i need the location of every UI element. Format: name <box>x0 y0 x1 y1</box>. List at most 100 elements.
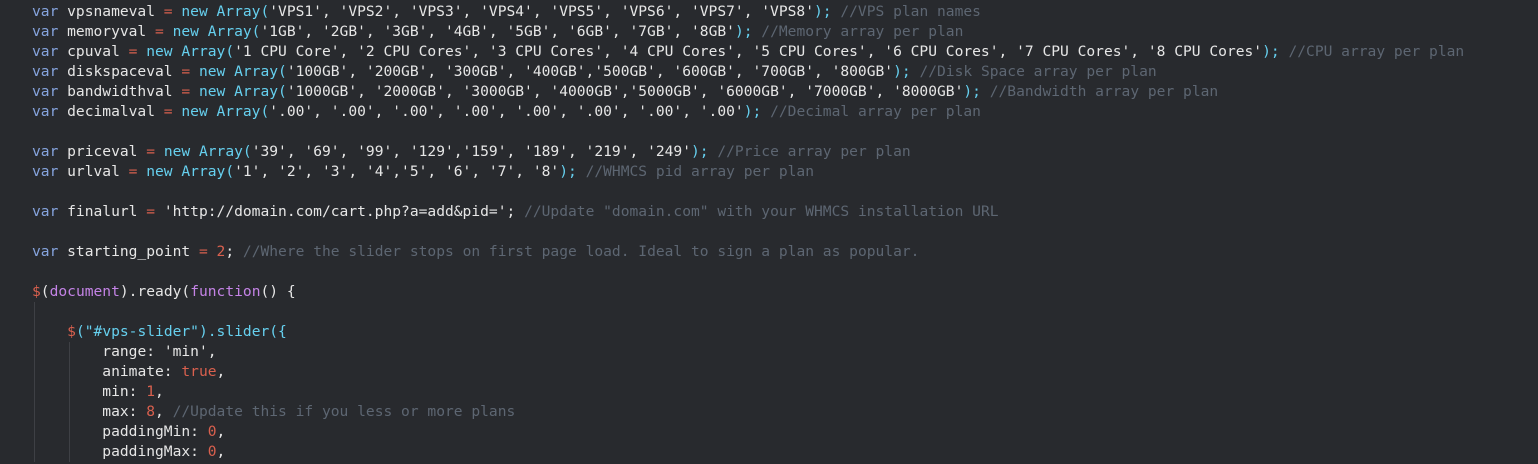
code-line[interactable]: var starting_point = 2; //Where the slid… <box>32 242 1464 262</box>
code-token-builtin: new Array( <box>155 143 252 160</box>
code-line[interactable]: $("#vps-slider").slider({ <box>32 322 1464 342</box>
code-token-number: 2 <box>207 243 226 260</box>
code-token-operator: = <box>181 83 191 100</box>
code-token-text: cpuval <box>58 43 129 60</box>
indentation <box>32 423 102 440</box>
code-line[interactable]: paddingMin: 0, <box>32 422 1464 442</box>
code-line[interactable]: var priceval = new Array('39', '69', '99… <box>32 142 1464 162</box>
code-line[interactable]: var vpsnameval = new Array('VPS1', 'VPS2… <box>32 2 1464 22</box>
code-token-comment: //CPU array per plan <box>1279 43 1465 60</box>
indentation <box>32 403 102 420</box>
code-line[interactable]: range: 'min', <box>32 342 1464 362</box>
code-line[interactable]: var bandwidthval = new Array('1000GB', '… <box>32 82 1464 102</box>
code-token-text: starting_point <box>58 243 199 260</box>
code-editor[interactable]: var vpsnameval = new Array( 'VPS1', 'VPS2… <box>0 0 1538 464</box>
code-token-string: '.00', '.00', '.00', '.00', '.00', '.00'… <box>269 103 744 120</box>
code-token-keyword: var <box>32 63 59 80</box>
code-token-text: , <box>155 383 164 400</box>
code-token-string: 'VPS1', 'VPS2', 'VPS3', 'VPS4', 'VPS5', … <box>269 3 814 20</box>
code-token-text: vpsnameval <box>58 3 164 20</box>
code-line[interactable]: var diskspaceval = new Array('100GB', '2… <box>32 62 1464 82</box>
code-token-text: , <box>216 443 226 460</box>
code-token-builtin: ( <box>75 323 85 340</box>
code-token-operator: = <box>146 203 156 220</box>
code-token-text: , <box>216 423 226 440</box>
code-line[interactable] <box>32 222 1464 242</box>
code-token-text: paddingMin: <box>102 423 208 440</box>
code-token-builtin: ); <box>814 3 832 20</box>
code-token-keyword: var <box>32 143 59 160</box>
code-token-text: ).ready( <box>119 283 191 300</box>
code-token-keyword: var <box>32 163 59 180</box>
code-token-number: true <box>181 363 217 380</box>
code-line[interactable]: var urlval = new Array('1', '2', '3', '4… <box>32 162 1464 182</box>
code-line[interactable]: $(document).ready(function() { <box>32 282 1464 302</box>
code-line[interactable]: var memoryval = new Array('1GB', '2GB', … <box>32 22 1464 42</box>
indent-guide <box>69 382 71 402</box>
code-token-string: '39', '69', '99', '129','159', '189', '2… <box>251 143 691 160</box>
code-token-builtin: new Array( <box>137 43 235 60</box>
code-token-jquery: $ <box>32 283 41 300</box>
code-token-text: , <box>155 403 164 420</box>
indent-guide <box>34 442 35 462</box>
code-token-builtin: ); <box>743 103 762 120</box>
code-token-text: () { <box>260 283 296 300</box>
code-token-string: '1000GB', '2000GB', '3000GB', '4000GB','… <box>286 83 964 100</box>
code-token-text: bandwidthval <box>58 83 182 100</box>
code-line[interactable]: paddingMax: 0, <box>32 442 1464 462</box>
indent-guide <box>69 402 71 422</box>
code-line[interactable]: animate: true, <box>32 362 1464 382</box>
code-line[interactable]: max: 8, //Update this if you less or mor… <box>32 402 1464 422</box>
code-token-text: ( <box>40 283 50 300</box>
code-line[interactable] <box>32 182 1464 202</box>
code-token-number: 1 <box>146 383 156 400</box>
indent-guide <box>69 362 71 382</box>
code-token-keyword: var <box>32 203 59 220</box>
code-line[interactable] <box>32 302 1464 322</box>
code-token-text: memoryval <box>58 23 156 40</box>
code-token-keyword: var <box>32 103 59 120</box>
code-token-keyword: var <box>32 23 59 40</box>
code-line[interactable] <box>32 262 1464 282</box>
code-line[interactable]: var decimalval = new Array('.00', '.00',… <box>32 102 1464 122</box>
code-token-builtin: new Array( <box>190 63 287 80</box>
code-line[interactable]: var cpuval = new Array('1 CPU Core', '2 … <box>32 42 1464 62</box>
code-token-string: '100GB', '200GB', '300GB', '400GB','500G… <box>286 63 894 80</box>
code-token-text: decimalval <box>58 103 164 120</box>
indent-guide <box>34 302 35 322</box>
indentation <box>32 383 102 400</box>
code-token-string: '1 CPU Core', '2 CPU Cores', '3 CPU Core… <box>234 43 1263 60</box>
code-token-jquery: $ <box>67 323 76 340</box>
indent-guide <box>34 382 35 402</box>
code-line[interactable]: var finalurl = 'http://domain.com/cart.p… <box>32 202 1464 222</box>
indent-guide <box>34 322 35 342</box>
indentation <box>32 443 102 460</box>
code-line[interactable] <box>32 122 1464 142</box>
code-line[interactable]: min: 1, <box>32 382 1464 402</box>
code-token-string: 'min' <box>163 343 208 360</box>
indent-guide <box>69 422 71 442</box>
code-token-keyword: var <box>32 243 59 260</box>
code-token-number: 8 <box>146 403 156 420</box>
code-token-function: function <box>190 283 261 300</box>
code-token-operator: = <box>198 243 208 260</box>
code-token-function: document <box>49 283 120 300</box>
code-token-builtin: new Array( <box>137 163 235 180</box>
indent-guide <box>34 422 35 442</box>
code-area[interactable]: var vpsnameval = new Array( 'VPS1', 'VPS2… <box>32 2 1464 462</box>
code-token-keyword: var <box>32 83 59 100</box>
indentation <box>32 323 67 340</box>
indent-guide <box>34 362 35 382</box>
code-token-builtin: new Array( <box>163 23 261 40</box>
code-token-operator: = <box>181 63 191 80</box>
indent-guide <box>69 442 71 462</box>
code-token-number: 0 <box>207 443 217 460</box>
code-token-comment: //Update "domain.com" with your WHMCS in… <box>515 203 999 220</box>
code-token-text: finalurl <box>58 203 147 220</box>
code-token-comment: //WHMCS pid array per plan <box>576 163 815 180</box>
code-token-keyword: var <box>32 43 59 60</box>
code-token-text: min: <box>102 383 147 400</box>
code-token-builtin: ); <box>734 23 753 40</box>
code-token-text: , <box>207 343 217 360</box>
code-token-builtin: new Array( <box>190 83 287 100</box>
